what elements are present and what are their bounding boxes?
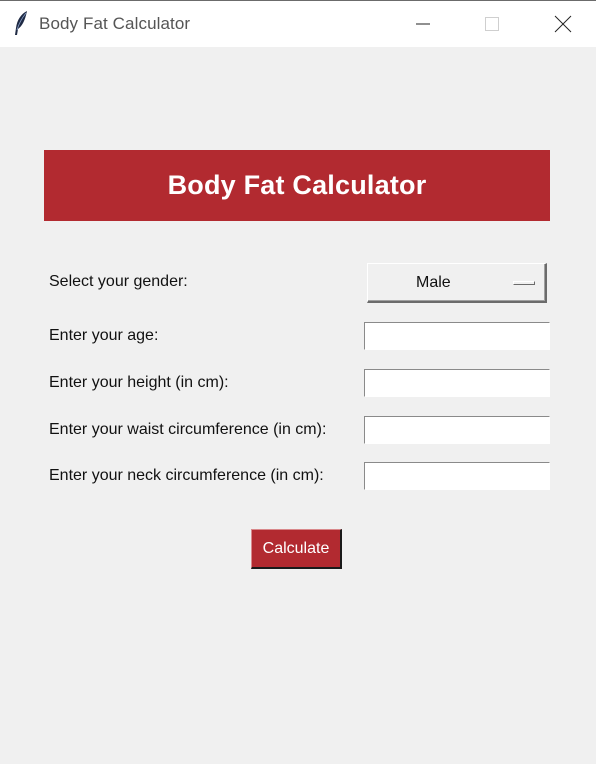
waist-label: Enter your waist circumference (in cm): xyxy=(49,421,327,438)
feather-icon xyxy=(12,10,30,36)
close-button[interactable] xyxy=(540,1,586,47)
gender-selected-value: Male xyxy=(416,274,451,291)
close-icon xyxy=(554,15,572,33)
option-menu-indicator-icon xyxy=(513,281,535,285)
title-bar[interactable]: Body Fat Calculator xyxy=(0,1,596,47)
waist-input[interactable] xyxy=(364,416,550,444)
age-label: Enter your age: xyxy=(49,327,159,344)
window-title: Body Fat Calculator xyxy=(39,14,191,33)
age-input[interactable] xyxy=(364,322,550,350)
gender-label: Select your gender: xyxy=(49,273,188,290)
neck-label: Enter your neck circumference (in cm): xyxy=(49,467,324,484)
gender-select[interactable]: Male xyxy=(367,263,547,303)
height-input[interactable] xyxy=(364,369,550,397)
maximize-icon xyxy=(485,17,499,31)
minimize-button[interactable] xyxy=(400,1,446,47)
calculate-button[interactable]: Calculate xyxy=(251,529,342,569)
app-header: Body Fat Calculator xyxy=(44,150,550,221)
minimize-icon xyxy=(416,23,430,25)
neck-input[interactable] xyxy=(364,462,550,490)
height-label: Enter your height (in cm): xyxy=(49,374,229,391)
maximize-button[interactable] xyxy=(469,1,515,47)
app-window: Body Fat Calculator Body Fat Calculator … xyxy=(0,0,596,764)
